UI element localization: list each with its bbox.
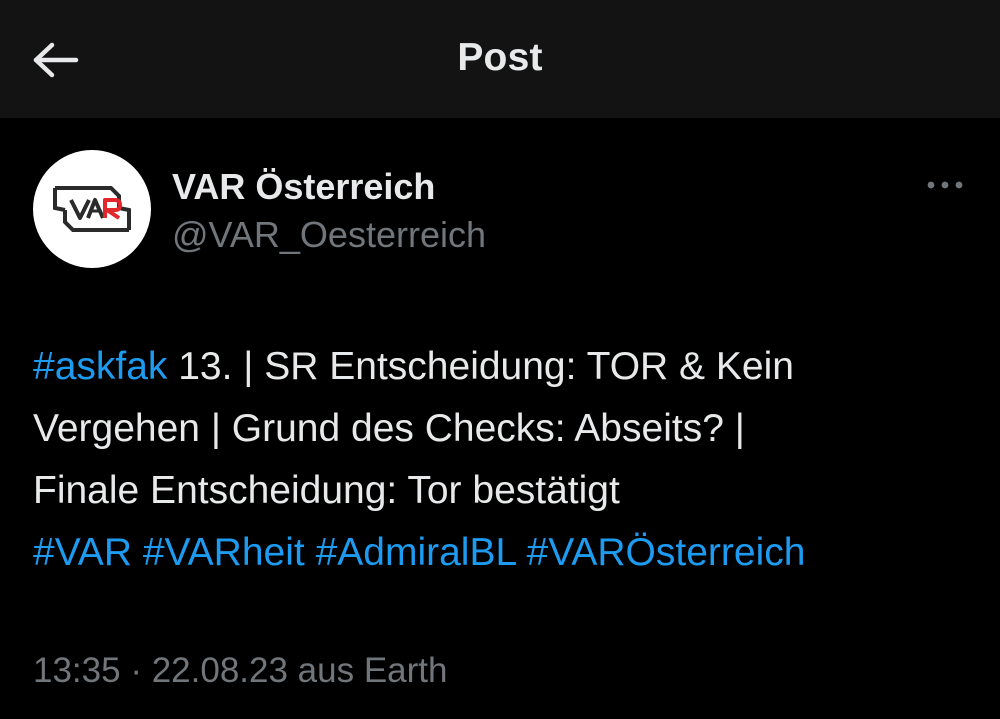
post-text-line-3: Finale Entscheidung: Tor bestätigt	[33, 469, 620, 512]
page-title: Post	[457, 36, 543, 79]
top-bar: Post	[0, 0, 1000, 118]
post-text-line-1: #askfak 13. | SR Entscheidung: TOR & Kei…	[33, 336, 973, 398]
hashtag-link[interactable]: #AdmiralBL	[316, 531, 516, 574]
author-handle[interactable]: @VAR_Oesterreich	[172, 214, 486, 256]
post-hashtags-line: #VAR #VARheit #AdmiralBL #VARÖsterreich	[33, 522, 973, 584]
post-text-segment: 13. | SR Entscheidung: TOR & Kein	[167, 345, 794, 388]
hashtag-link[interactable]: #VAR	[33, 531, 132, 574]
hashtag-link[interactable]: #askfak	[33, 345, 167, 388]
post-source: aus Earth	[287, 651, 448, 690]
author-display-name[interactable]: VAR Österreich	[172, 166, 435, 208]
more-options-button[interactable]	[920, 170, 970, 200]
hashtag-link[interactable]: #VARheit	[143, 531, 305, 574]
avatar[interactable]	[33, 150, 151, 268]
post-metadata: 13:35 · 22.08.23 aus Earth	[33, 651, 448, 691]
var-logo-icon	[53, 186, 131, 232]
post-detail: VAR Österreich @VAR_Oesterreich #askfak …	[0, 118, 1000, 719]
meta-separator: ·	[120, 651, 152, 690]
post-date[interactable]: 22.08.23	[152, 651, 288, 690]
post-time[interactable]: 13:35	[33, 651, 121, 690]
post-text-line-2: Vergehen | Grund des Checks: Abseits? |	[33, 407, 745, 450]
more-horizontal-icon	[927, 181, 963, 189]
post-text: #askfak 13. | SR Entscheidung: TOR & Kei…	[33, 336, 973, 584]
hashtag-link[interactable]: #VARÖsterreich	[527, 531, 806, 574]
